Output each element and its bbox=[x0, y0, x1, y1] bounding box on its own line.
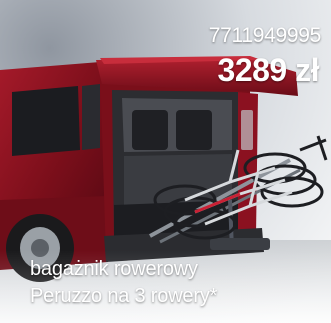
product-name-line1: bagażnik rowerowy bbox=[30, 258, 198, 280]
product-code: 7711949995 bbox=[208, 24, 322, 47]
product-card[interactable]: 7711949995 3289 zł bagażnik rowerowy Per… bbox=[0, 0, 331, 323]
product-name-line2: Peruzzo na 3 rowery* bbox=[30, 285, 218, 307]
product-price: 3289 zł bbox=[217, 52, 320, 88]
